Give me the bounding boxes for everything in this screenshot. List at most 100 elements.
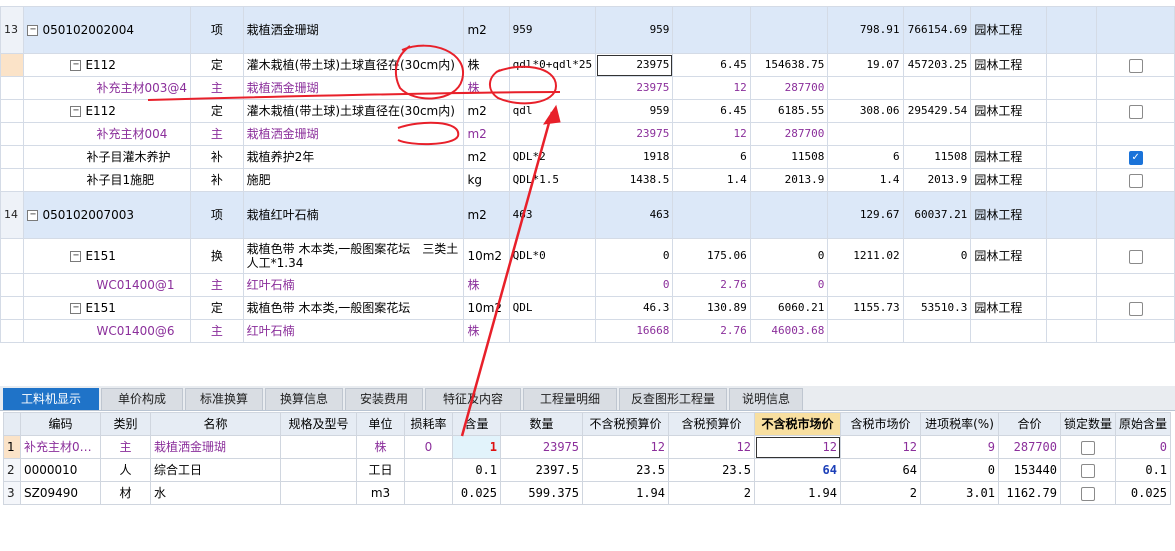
table-row[interactable]: 补子目灌木养护 补 栽植养护2年 m2 QDL*2 1918 6 11508 6… — [0, 145, 1175, 169]
code-cell[interactable]: 补子目灌木养护 — [23, 145, 191, 169]
lock-cell[interactable] — [1059, 458, 1117, 482]
market-price-incl-cell[interactable]: 2 — [840, 481, 921, 505]
tax-rate-cell[interactable]: 9 — [920, 435, 999, 459]
col-header-market-price-excl[interactable]: 不含税市场价 — [754, 412, 841, 436]
name-cell[interactable]: 施肥 — [242, 168, 465, 192]
spec-cell[interactable] — [280, 481, 357, 505]
name-cell[interactable]: 栽植洒金珊瑚 — [150, 435, 281, 459]
collapse-icon[interactable]: − — [70, 60, 82, 71]
code-cell[interactable]: 补充主材0… — [20, 435, 101, 459]
expr-cell[interactable]: qdl — [508, 99, 597, 123]
market-price-incl-cell[interactable]: 12 — [840, 435, 921, 459]
market-price-excl-cell[interactable]: 12 — [754, 435, 841, 459]
code-cell[interactable]: 补充主材004 — [23, 122, 191, 146]
qty-cell[interactable]: 23975 — [595, 53, 674, 77]
expr-cell[interactable]: QDL*2 — [508, 145, 597, 169]
lock-checkbox[interactable] — [1128, 58, 1143, 73]
lock-checkbox[interactable] — [1081, 440, 1095, 455]
collapse-icon[interactable]: − — [70, 303, 82, 314]
code-cell[interactable]: WC01400@6 — [23, 319, 191, 343]
code-cell[interactable]: − E112 — [23, 99, 191, 123]
table-row[interactable]: 13 −050102002004 项 栽植洒金珊瑚 m2 959 959 798… — [0, 6, 1175, 54]
table-row[interactable]: − E151 换 栽植色带 木本类,一般图案花坛 三类土人工*1.34 10m2 … — [0, 238, 1175, 274]
budget-price-incl-cell[interactable]: 12 — [668, 435, 755, 459]
lock-checkbox[interactable] — [1128, 104, 1143, 119]
spec-cell[interactable] — [280, 458, 357, 482]
spec-cell[interactable] — [280, 435, 357, 459]
code-cell[interactable]: SZ09490 — [20, 481, 101, 505]
code-cell[interactable]: 补子目1施肥 — [23, 168, 191, 192]
code-cell[interactable]: − E151 — [23, 296, 191, 320]
checkbox-cell[interactable] — [1096, 296, 1175, 320]
unit-cell[interactable]: m2 — [463, 191, 510, 239]
name-cell[interactable]: 栽植红叶石楠 — [242, 191, 465, 239]
checkbox-cell[interactable] — [1096, 99, 1175, 123]
unit-cell[interactable]: m3 — [356, 481, 405, 505]
budget-price-incl-cell[interactable]: 23.5 — [668, 458, 755, 482]
unit-cell[interactable]: m2 — [463, 99, 510, 123]
content-cell[interactable]: 1 — [452, 435, 501, 459]
budget-price-incl-cell[interactable]: 2 — [668, 481, 755, 505]
market-price-excl-cell[interactable]: 64 — [754, 458, 841, 482]
name-cell[interactable]: 栽植色带 木本类,一般图案花坛 三类土人工*1.34 — [242, 238, 465, 274]
code-cell[interactable]: − E151 — [23, 238, 191, 274]
table-row[interactable]: 补充主材004 主 栽植洒金珊瑚 m2 23975 12 287700 — [0, 122, 1175, 146]
tab-install-fee[interactable]: 安装费用 — [345, 388, 423, 410]
table-row[interactable]: WC01400@1 主 红叶石楠 株 0 2.76 0 — [0, 273, 1175, 297]
lock-checkbox-checked[interactable]: ✓ — [1128, 150, 1143, 165]
col-header-unit[interactable]: 单位 — [356, 412, 405, 436]
col-header-market-price-incl[interactable]: 含税市场价 — [840, 412, 921, 436]
expr-cell[interactable]: 959 — [508, 6, 597, 54]
tax-rate-cell[interactable]: 3.01 — [920, 481, 999, 505]
code-cell[interactable]: −050102002004 — [23, 6, 191, 54]
col-header-name[interactable]: 名称 — [150, 412, 281, 436]
col-header-content[interactable]: 含量 — [452, 412, 501, 436]
checkbox-cell[interactable] — [1096, 53, 1175, 77]
name-cell[interactable]: 灌木栽植(带土球)土球直径在(30cm内) — [242, 99, 465, 123]
col-header-spec[interactable]: 规格及型号 — [280, 412, 357, 436]
checkbox-cell[interactable] — [1096, 168, 1175, 192]
col-header-budget-price-incl[interactable]: 含税预算价 — [668, 412, 755, 436]
tab-quantity-detail[interactable]: 工程量明细 — [523, 388, 617, 410]
content-cell[interactable]: 0.1 — [452, 458, 501, 482]
name-cell[interactable]: 水 — [150, 481, 281, 505]
resource-row[interactable]: 3 SZ09490 材 水 m3 0.025 599.375 1.94 2 1.… — [3, 481, 1172, 505]
unit-cell[interactable]: m2 — [463, 6, 510, 54]
code-cell[interactable]: WC01400@1 — [23, 273, 191, 297]
tab-standard-conversion[interactable]: 标准换算 — [185, 388, 263, 410]
tax-rate-cell[interactable]: 0 — [920, 458, 999, 482]
tab-reverse-lookup[interactable]: 反查图形工程量 — [619, 388, 727, 410]
col-header-code[interactable]: 编码 — [20, 412, 101, 436]
unit-cell[interactable]: 株 — [463, 53, 510, 77]
tab-unit-price[interactable]: 单价构成 — [101, 388, 183, 410]
expr-cell[interactable]: QDL — [508, 296, 597, 320]
checkbox-cell[interactable] — [1096, 238, 1175, 274]
budget-price-excl-cell[interactable]: 1.94 — [582, 481, 669, 505]
lock-checkbox[interactable] — [1081, 486, 1095, 501]
col-header-budget-price-excl[interactable]: 不含税预算价 — [582, 412, 669, 436]
col-header-orig-content[interactable]: 原始含量 — [1115, 412, 1172, 436]
collapse-icon[interactable]: − — [27, 210, 39, 221]
unit-cell[interactable]: 10m2 — [463, 238, 510, 274]
market-price-incl-cell[interactable]: 64 — [840, 458, 921, 482]
col-header-tax-rate[interactable]: 进项税率(%) — [920, 412, 999, 436]
name-cell[interactable]: 栽植洒金珊瑚 — [242, 6, 465, 54]
col-header-quantity[interactable]: 数量 — [500, 412, 583, 436]
col-header-type[interactable]: 类别 — [100, 412, 151, 436]
expr-cell[interactable]: QDL*1.5 — [508, 168, 597, 192]
table-row[interactable]: 14 −050102007003 项 栽植红叶石楠 m2 463 463 129… — [0, 191, 1175, 239]
col-header-loss[interactable]: 损耗率 — [404, 412, 453, 436]
name-cell[interactable]: 综合工日 — [150, 458, 281, 482]
name-cell[interactable]: 红叶石楠 — [242, 273, 465, 297]
loss-cell[interactable] — [404, 458, 453, 482]
lock-cell[interactable] — [1059, 435, 1117, 459]
unit-cell[interactable]: m2 — [463, 145, 510, 169]
table-row[interactable]: 补充主材003@4 主 栽植洒金珊瑚 株 23975 12 287700 — [0, 76, 1175, 100]
loss-cell[interactable] — [404, 481, 453, 505]
collapse-icon[interactable]: − — [70, 251, 82, 262]
lock-checkbox[interactable] — [1081, 463, 1095, 478]
table-row[interactable]: 补子目1施肥 补 施肥 kg QDL*1.5 1438.5 1.4 2013.9… — [0, 168, 1175, 192]
expr-cell[interactable]: 463 — [508, 191, 597, 239]
unit-cell[interactable]: 工日 — [356, 458, 405, 482]
name-cell[interactable]: 栽植养护2年 — [242, 145, 465, 169]
